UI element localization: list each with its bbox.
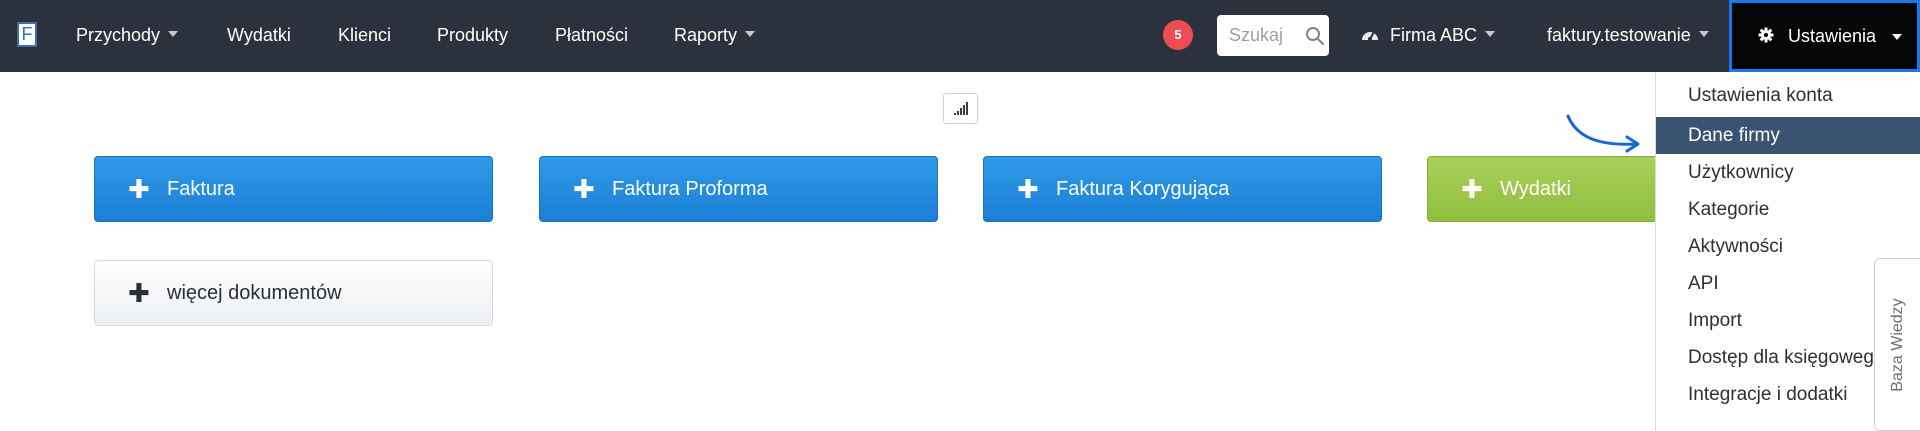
nav-przychody[interactable]: Przychody bbox=[76, 0, 179, 72]
new-correction-invoice-label: Faktura Korygująca bbox=[1056, 178, 1230, 200]
chevron-down-icon bbox=[1698, 31, 1709, 38]
company-label: Firma ABC bbox=[1390, 25, 1478, 45]
nav-raporty-label: Raporty bbox=[674, 25, 738, 45]
dashboard-icon bbox=[1362, 31, 1378, 42]
app-logo[interactable]: F bbox=[17, 22, 37, 47]
plus-icon: ✚ bbox=[1461, 174, 1483, 204]
notification-badge[interactable]: 5 bbox=[1163, 20, 1193, 50]
account-menu[interactable]: faktury.testowanie bbox=[1547, 0, 1709, 72]
nav-wydatki-label: Wydatki bbox=[227, 25, 291, 45]
nav-produkty-label: Produkty bbox=[437, 25, 509, 45]
signal-bars-icon[interactable] bbox=[943, 93, 978, 124]
nav-platnosci[interactable]: Płatności bbox=[555, 0, 628, 72]
nav-klienci-label: Klienci bbox=[338, 25, 392, 45]
nav-przychody-label: Przychody bbox=[76, 25, 161, 45]
gear-icon bbox=[1758, 3, 1774, 69]
annotation-arrow-icon bbox=[1566, 114, 1640, 153]
new-proforma-button[interactable]: ✚ Faktura Proforma bbox=[539, 156, 938, 222]
more-documents-button[interactable]: ✚ więcej dokumentów bbox=[94, 260, 493, 326]
nav-wydatki[interactable]: Wydatki bbox=[227, 0, 291, 72]
top-navbar: F Przychody Wydatki Klienci Produkty Pła… bbox=[0, 0, 1920, 72]
new-expense-button[interactable]: ✚ Wydatki bbox=[1427, 156, 1667, 222]
settings-menu-button[interactable]: Ustawienia bbox=[1729, 0, 1920, 72]
nav-klienci[interactable]: Klienci bbox=[338, 0, 391, 72]
plus-icon: ✚ bbox=[573, 174, 595, 204]
search-input[interactable] bbox=[1229, 25, 1293, 45]
new-invoice-button[interactable]: ✚ Faktura bbox=[94, 156, 493, 222]
search-box bbox=[1217, 15, 1329, 56]
chevron-down-icon bbox=[745, 31, 756, 38]
more-documents-label: więcej dokumentów bbox=[167, 282, 342, 304]
menu-item-account-settings[interactable]: Ustawienia konta bbox=[1656, 77, 1920, 114]
chevron-down-icon bbox=[1485, 31, 1496, 38]
plus-icon: ✚ bbox=[128, 278, 150, 308]
nav-raporty[interactable]: Raporty bbox=[674, 0, 756, 72]
plus-icon: ✚ bbox=[128, 174, 150, 204]
new-expense-label: Wydatki bbox=[1500, 178, 1571, 200]
knowledge-base-tab[interactable]: Baza Wiedzy bbox=[1874, 258, 1920, 431]
nav-platnosci-label: Płatności bbox=[555, 25, 629, 45]
new-correction-invoice-button[interactable]: ✚ Faktura Korygująca bbox=[983, 156, 1382, 222]
chevron-down-icon bbox=[1892, 34, 1902, 40]
chevron-down-icon bbox=[168, 31, 179, 38]
menu-item-users[interactable]: Użytkownicy bbox=[1656, 154, 1920, 191]
nav-produkty[interactable]: Produkty bbox=[437, 0, 508, 72]
settings-label: Ustawienia bbox=[1788, 26, 1877, 46]
menu-item-company-data[interactable]: Dane firmy bbox=[1656, 117, 1920, 154]
menu-item-categories[interactable]: Kategorie bbox=[1656, 191, 1920, 228]
search-icon[interactable] bbox=[1305, 26, 1325, 46]
account-label: faktury.testowanie bbox=[1547, 25, 1691, 45]
company-switcher[interactable]: Firma ABC bbox=[1360, 0, 1496, 72]
plus-icon: ✚ bbox=[1017, 174, 1039, 204]
knowledge-base-label: Baza Wiedzy bbox=[1888, 297, 1906, 392]
new-invoice-label: Faktura bbox=[167, 178, 235, 200]
new-proforma-label: Faktura Proforma bbox=[612, 178, 768, 200]
